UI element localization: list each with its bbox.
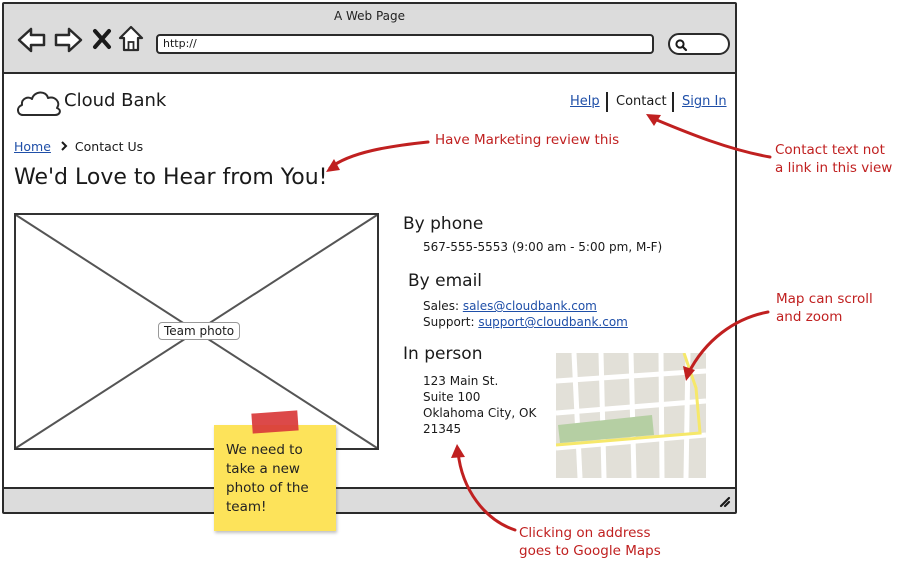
email-sales-label: Sales: bbox=[423, 299, 459, 313]
search-field[interactable] bbox=[668, 33, 730, 55]
browser-toolbar: A Web Page http:// bbox=[4, 4, 735, 74]
back-arrow-icon[interactable] bbox=[17, 26, 47, 58]
sticky-note: We need to take a new photo of the team! bbox=[214, 425, 336, 531]
forward-arrow-icon[interactable] bbox=[53, 26, 83, 58]
email-support-row: Support: support@cloudbank.com bbox=[423, 314, 628, 330]
annotation-line: goes to Google Maps bbox=[519, 543, 661, 559]
nav-sign-in-link[interactable]: Sign In bbox=[682, 94, 727, 109]
annotation-address: Clicking on address goes to Google Maps bbox=[519, 524, 661, 560]
email-support-label: Support: bbox=[423, 315, 475, 329]
close-icon[interactable] bbox=[92, 28, 112, 54]
email-sales-row: Sales: sales@cloudbank.com bbox=[423, 298, 597, 314]
breadcrumb: Home Contact Us bbox=[14, 139, 143, 154]
annotation-line: a link in this view bbox=[775, 160, 893, 176]
address-line: 21345 bbox=[423, 422, 462, 436]
sticky-note-line: photo of the bbox=[226, 480, 309, 496]
breadcrumb-home-link[interactable]: Home bbox=[14, 139, 51, 154]
sticky-note-line: team! bbox=[226, 499, 267, 515]
chevron-right-icon bbox=[60, 139, 68, 154]
annotation-marketing: Have Marketing review this bbox=[435, 132, 620, 148]
url-input[interactable]: http:// bbox=[156, 34, 654, 54]
address-line: Oklahoma City, OK bbox=[423, 406, 537, 420]
annotation-map: Map can scroll and zoom bbox=[776, 290, 873, 326]
phone-number: 567-555-5553 (9:00 am - 5:00 pm, M-F) bbox=[423, 240, 663, 254]
status-bar bbox=[4, 487, 735, 512]
map-widget[interactable] bbox=[556, 353, 706, 478]
team-photo-label: Team photo bbox=[158, 322, 241, 340]
home-icon[interactable] bbox=[118, 25, 144, 57]
logo-text[interactable]: Cloud Bank bbox=[64, 90, 166, 111]
sticky-note-line: We need to bbox=[226, 442, 303, 458]
email-support-link[interactable]: support@cloudbank.com bbox=[478, 315, 628, 329]
resize-grip-icon[interactable] bbox=[715, 492, 731, 512]
email-sales-link[interactable]: sales@cloudbank.com bbox=[463, 299, 597, 313]
cloud-icon bbox=[15, 88, 63, 122]
annotation-line: Clicking on address bbox=[519, 525, 651, 541]
address-line: 123 Main St. bbox=[423, 374, 499, 388]
annotation-contact: Contact text not a link in this view bbox=[775, 141, 892, 177]
phone-heading: By phone bbox=[403, 214, 484, 234]
address-line: Suite 100 bbox=[423, 390, 481, 404]
in-person-heading: In person bbox=[403, 344, 483, 364]
address-block[interactable]: 123 Main St. Suite 100 Oklahoma City, OK… bbox=[423, 373, 536, 437]
window-title: A Web Page bbox=[333, 9, 406, 23]
email-heading: By email bbox=[408, 271, 483, 291]
annotation-line: Map can scroll bbox=[776, 291, 873, 307]
nav-contact-current: Contact bbox=[616, 94, 667, 109]
sticky-note-line: take a new bbox=[226, 461, 300, 477]
sticky-note-tape bbox=[251, 410, 299, 434]
nav-help-link[interactable]: Help bbox=[570, 94, 600, 109]
annotation-line: Contact text not bbox=[775, 142, 885, 158]
annotation-line: and zoom bbox=[776, 309, 843, 325]
breadcrumb-current: Contact Us bbox=[74, 139, 144, 154]
nav-divider bbox=[672, 92, 674, 112]
nav-divider bbox=[606, 92, 608, 112]
search-icon bbox=[674, 37, 688, 56]
page-title: We'd Love to Hear from You! bbox=[14, 165, 328, 190]
